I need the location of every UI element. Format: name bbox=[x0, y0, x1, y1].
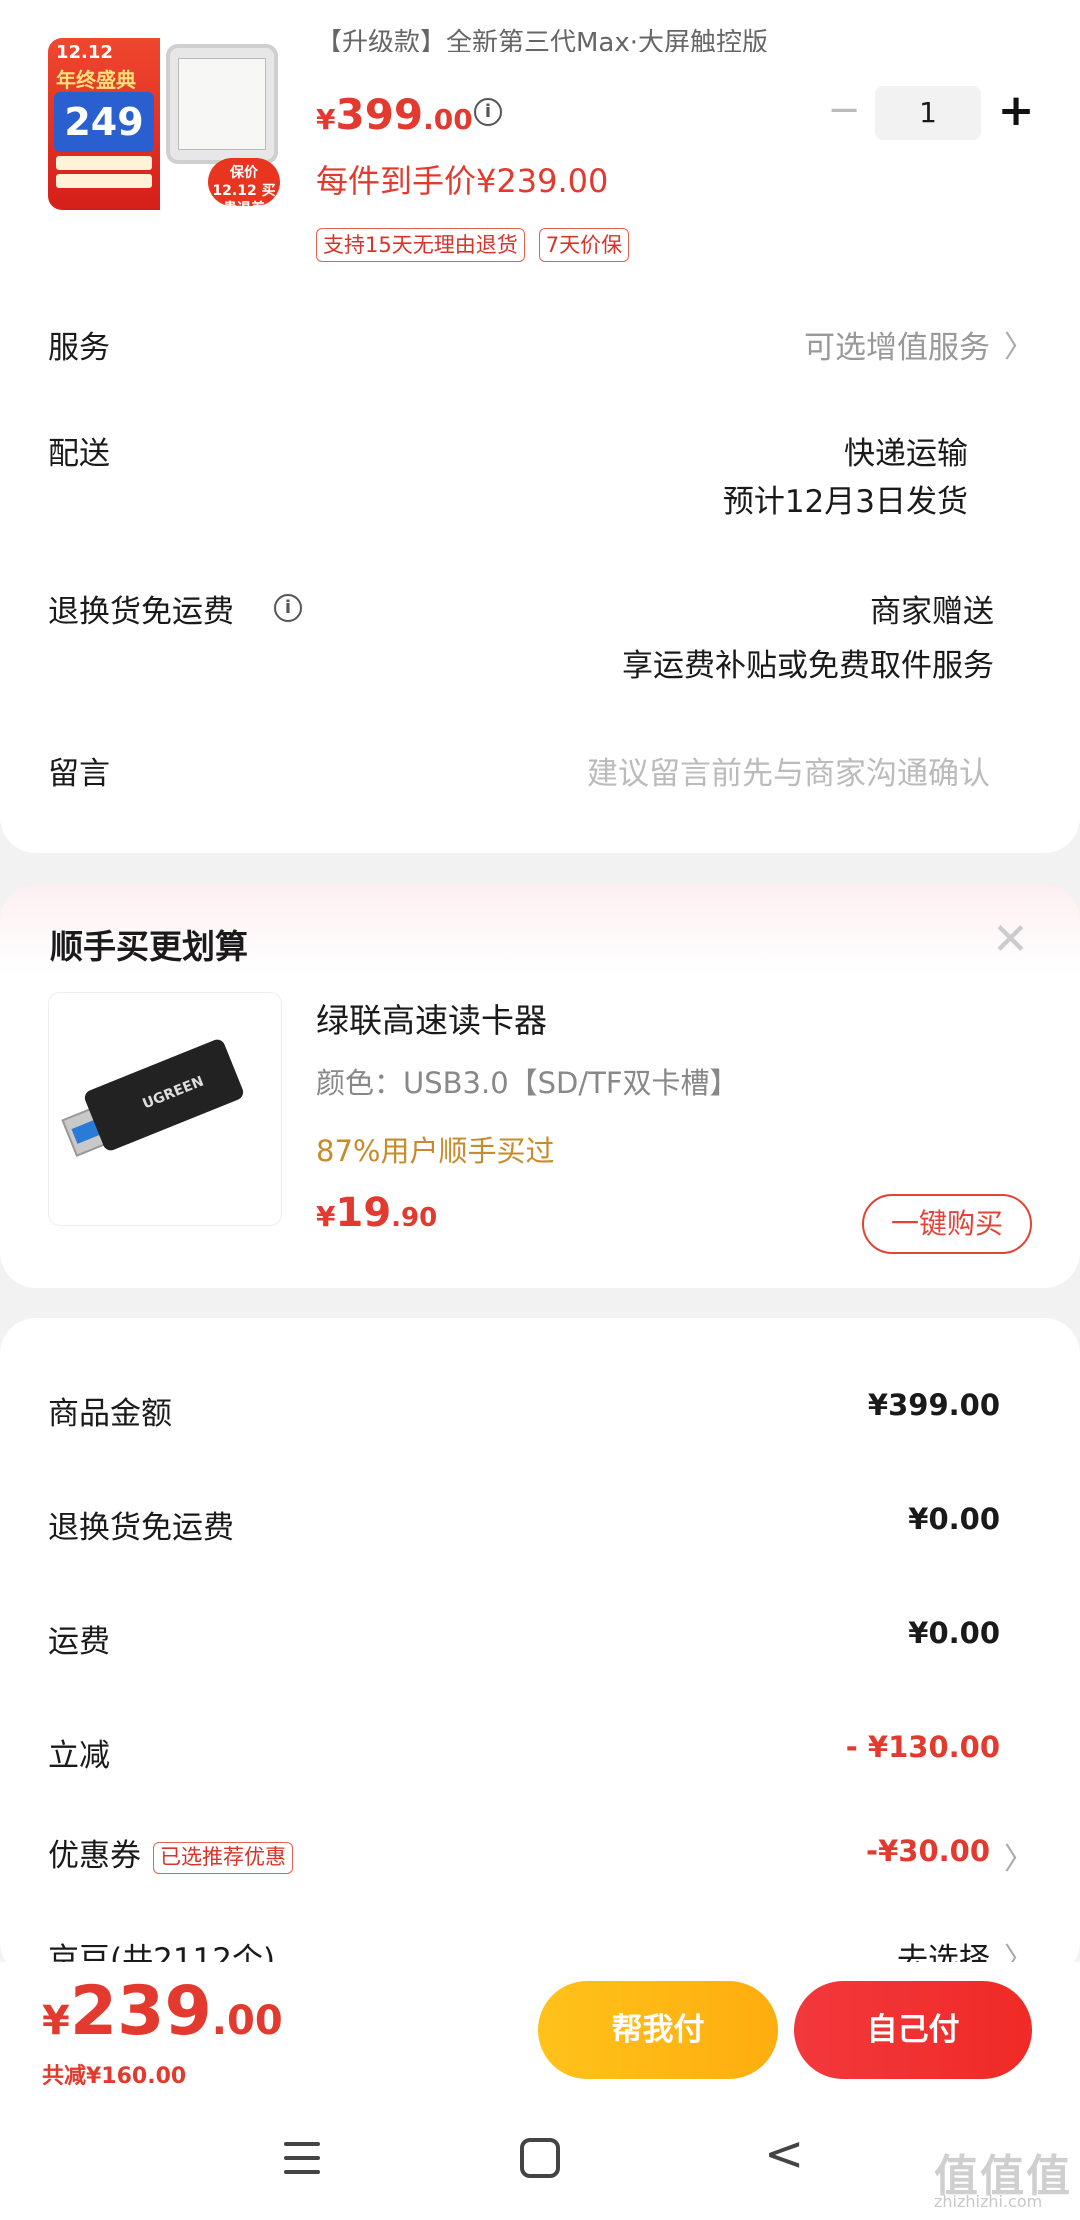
order-product-card: 12.12 年终盛典 249 保价12.12 买贵退差 【升级款】全新第三代Ma… bbox=[0, 0, 1080, 853]
coupon-label: 优惠券 bbox=[48, 1838, 141, 1874]
chevron-right-icon: 〉 bbox=[1004, 1842, 1034, 1877]
shipping-row: 运费 ¥0.00 bbox=[48, 1616, 1038, 1666]
quantity-input[interactable]: 1 bbox=[875, 86, 981, 140]
unit-final-price: 每件到手价¥239.00 bbox=[316, 162, 609, 200]
promo-strip bbox=[56, 156, 152, 170]
instant-discount-value: - ¥130.00 bbox=[845, 1730, 1000, 1764]
close-icon[interactable]: ✕ bbox=[992, 918, 1029, 962]
goods-amount-label: 商品金额 bbox=[48, 1396, 172, 1432]
watermark-url: zhizhizhi.com bbox=[934, 2192, 1043, 2211]
return-policy-tag: 支持15天无理由退货 bbox=[316, 228, 525, 262]
service-label: 服务 bbox=[48, 330, 110, 366]
recent-apps-icon[interactable] bbox=[284, 2140, 324, 2176]
coupon-label-group: 优惠券 已选推荐优惠 bbox=[48, 1830, 293, 1875]
info-icon[interactable]: i bbox=[274, 594, 302, 622]
back-icon[interactable]: < bbox=[764, 2130, 804, 2178]
promo-banner-text: 年终盛典 bbox=[56, 68, 136, 92]
device-image bbox=[166, 44, 278, 164]
addon-buyers-note: 87%用户顺手买过 bbox=[316, 1134, 555, 1168]
return-shipping-label: 退换货免运费 bbox=[48, 594, 234, 630]
goods-amount-value: ¥399.00 bbox=[867, 1388, 1000, 1422]
product-thumbnail[interactable]: 12.12 年终盛典 249 保价12.12 买贵退差 bbox=[48, 38, 282, 210]
addon-price: ¥19.90 bbox=[316, 1190, 438, 1236]
instant-discount-row: 立减 - ¥130.00 bbox=[48, 1730, 1038, 1780]
promo-price: 249 bbox=[54, 92, 154, 152]
return-fee-value: ¥0.00 bbox=[908, 1502, 1000, 1536]
delivery-label: 配送 bbox=[48, 436, 110, 472]
instant-discount-label: 立减 bbox=[48, 1738, 110, 1774]
price-protect-tag: 7天价保 bbox=[538, 228, 630, 262]
home-icon[interactable] bbox=[520, 2138, 560, 2178]
price-summary-card: 商品金额 ¥399.00 退换货免运费 ¥0.00 运费 ¥0.00 立减 - … bbox=[0, 1318, 1080, 1978]
message-input[interactable]: 建议留言前先与商家沟通确认 bbox=[587, 748, 990, 793]
return-shipping-desc: 享运费补贴或免费取件服务 bbox=[622, 648, 994, 684]
coupon-value: -¥30.00 bbox=[866, 1834, 990, 1868]
goods-amount-row: 商品金额 ¥399.00 bbox=[48, 1388, 1038, 1438]
message-label: 留言 bbox=[48, 756, 110, 792]
help-pay-button[interactable]: 帮我付 bbox=[538, 1981, 778, 2079]
service-row[interactable]: 服务 可选增值服务 〉 bbox=[48, 322, 1038, 372]
product-title[interactable]: 【升级款】全新第三代Max·大屏触控版 bbox=[316, 22, 768, 52]
addon-product-name[interactable]: 绿联高速读卡器 bbox=[316, 994, 547, 1042]
price-protect-badge: 保价12.12 买贵退差 bbox=[208, 158, 280, 210]
message-row[interactable]: 留言 建议留言前先与商家沟通确认 bbox=[48, 748, 1038, 798]
return-shipping-value: 商家赠送 bbox=[870, 594, 994, 630]
shipping-value: ¥0.00 bbox=[908, 1616, 1000, 1650]
return-shipping-row: 退换货免运费 i 商家赠送 享运费补贴或免费取件服务 bbox=[48, 586, 1038, 684]
service-value: 可选增值服务 bbox=[804, 330, 990, 366]
coupon-row[interactable]: 优惠券 已选推荐优惠 -¥30.00 〉 bbox=[48, 1830, 1038, 1886]
promo-banner-image: 12.12 年终盛典 249 bbox=[48, 38, 160, 210]
promo-date: 12.12 bbox=[56, 42, 113, 63]
service-tags: 支持15天无理由退货 7天价保 bbox=[316, 228, 630, 262]
quantity-increase-button[interactable]: + bbox=[996, 88, 1036, 136]
shipping-label: 运费 bbox=[48, 1624, 110, 1660]
product-price: ¥399.00 bbox=[316, 90, 473, 139]
total-saved[interactable]: 共减¥160.00 bbox=[42, 2058, 186, 2090]
delivery-row[interactable]: 配送 快递运输 预计12月3日发货 bbox=[48, 428, 1038, 520]
delivery-method: 快递运输 bbox=[844, 436, 968, 472]
coupon-selected-tag: 已选推荐优惠 bbox=[153, 1841, 293, 1874]
return-fee-row: 退换货免运费 ¥0.00 bbox=[48, 1502, 1038, 1552]
delivery-eta: 预计12月3日发货 bbox=[722, 484, 968, 520]
one-click-buy-button[interactable]: 一键购买 bbox=[862, 1194, 1032, 1254]
chevron-right-icon: 〉 bbox=[1004, 330, 1034, 365]
promo-strip bbox=[56, 174, 152, 188]
addon-title: 顺手买更划算 bbox=[50, 927, 248, 966]
addon-product-spec: 颜色：USB3.0【SD/TF双卡槽】 bbox=[316, 1066, 739, 1100]
quantity-decrease-button[interactable]: − bbox=[824, 90, 864, 132]
total-price: ¥239.00 bbox=[42, 1972, 283, 2051]
addon-card: 顺手买更划算 ✕ UGREEN 绿联高速读卡器 颜色：USB3.0【SD/TF双… bbox=[0, 884, 1080, 1288]
addon-product-image[interactable]: UGREEN bbox=[48, 992, 282, 1226]
price-info-icon[interactable]: i bbox=[474, 98, 502, 126]
return-fee-label: 退换货免运费 bbox=[48, 1510, 234, 1546]
self-pay-button[interactable]: 自己付 bbox=[794, 1981, 1032, 2079]
